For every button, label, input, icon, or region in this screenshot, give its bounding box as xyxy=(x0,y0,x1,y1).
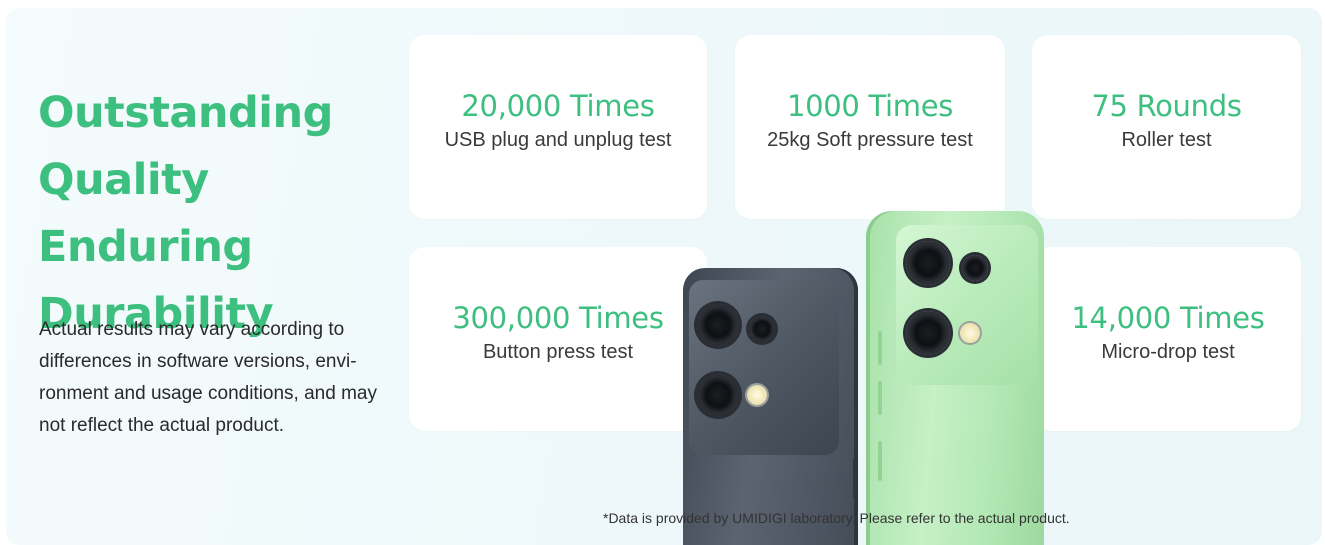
durability-banner: Outstanding Quality Enduring Durability … xyxy=(6,8,1322,545)
stat-label: Button press test xyxy=(482,341,634,363)
camera-lens-icon xyxy=(906,311,950,355)
stat-card-button-press: 300,000 Times Button press test xyxy=(409,247,707,431)
camera-lens-icon xyxy=(749,316,775,342)
stat-card-micro-drop: 14,000 Times Micro-drop test xyxy=(1035,247,1301,431)
camera-lens-icon xyxy=(906,241,950,285)
stat-label: Micro-drop test xyxy=(1101,341,1235,363)
stat-value: 300,000 Times xyxy=(452,301,664,335)
stat-card-usb: 20,000 Times USB plug and unplug test xyxy=(409,35,707,219)
camera-lens-icon xyxy=(697,374,739,416)
phone-image-green xyxy=(866,211,1044,545)
flash-icon xyxy=(747,385,767,405)
side-button xyxy=(878,381,882,415)
stat-label: Roller test xyxy=(1121,129,1212,151)
stat-card-roller: 75 Rounds Roller test xyxy=(1032,35,1301,219)
camera-lens-icon xyxy=(697,304,739,346)
flash-icon xyxy=(960,323,980,343)
disclaimer-text: Actual results may vary according to dif… xyxy=(39,319,377,436)
side-button xyxy=(878,441,882,481)
camera-lens-icon xyxy=(962,255,988,281)
footnote: *Data is provided by UMIDIGI laboratory.… xyxy=(603,510,1070,526)
stat-label: USB plug and unplug test xyxy=(444,129,672,151)
stat-label: 25kg Soft pressure test xyxy=(767,129,973,151)
stat-value: 20,000 Times xyxy=(461,89,655,123)
phone-image-gray xyxy=(683,268,858,545)
stat-card-pressure: 1000 Times 25kg Soft pressure test xyxy=(735,35,1005,219)
stat-value: 75 Rounds xyxy=(1091,89,1242,123)
headline: Outstanding Quality Enduring Durability xyxy=(38,88,333,339)
stat-value: 1000 Times xyxy=(786,89,954,123)
side-button xyxy=(878,331,882,365)
side-button xyxy=(853,458,857,498)
stat-value: 14,000 Times xyxy=(1071,301,1265,335)
